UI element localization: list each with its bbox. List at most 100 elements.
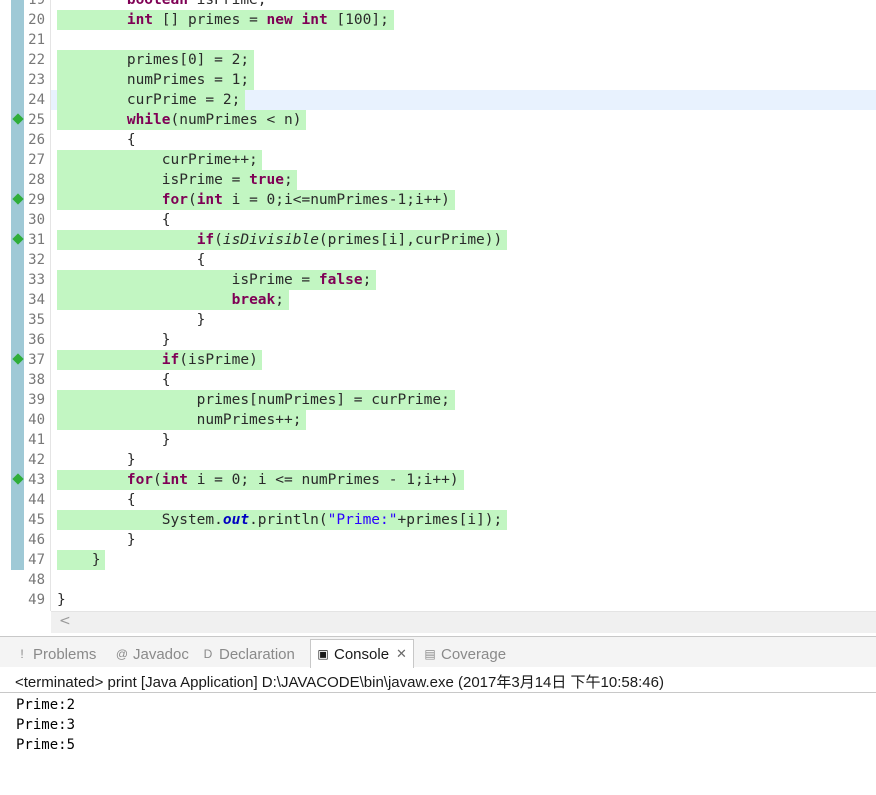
code-token: } (57, 312, 206, 328)
code-token: System. (57, 512, 223, 528)
code-line[interactable]: 40 numPrimes++; (0, 410, 876, 430)
line-number: 47 (28, 552, 45, 568)
tab-console[interactable]: ▣ Console ✕ (310, 639, 414, 668)
code-token: curPrime++; (57, 152, 258, 168)
code-token: } (57, 432, 171, 448)
code-line[interactable]: 24 curPrime = 2; (0, 90, 876, 110)
code-text: isPrime = false; (57, 270, 372, 290)
code-token: isPrime; (187, 0, 267, 8)
code-line[interactable]: 41 } (0, 430, 876, 450)
code-line[interactable]: 36 } (0, 330, 876, 350)
console-output[interactable]: Prime:2 Prime:3 Prime:5 (16, 695, 75, 755)
code-line[interactable]: 33 isPrime = false; (0, 270, 876, 290)
code-editor[interactable]: 19 boolean isPrime; 20 int [] primes = ne… (0, 0, 876, 611)
line-number: 28 (28, 172, 45, 188)
line-number: 35 (28, 312, 45, 328)
keyword-token: for (161, 192, 188, 208)
code-text: curPrime = 2; (57, 90, 241, 110)
tab-label: Javadoc (133, 645, 189, 663)
code-line[interactable]: 29 for(int i = 0;i<=numPrimes-1;i++) (0, 190, 876, 210)
code-line[interactable]: 34 break; (0, 290, 876, 310)
code-line[interactable]: 48 (0, 570, 876, 590)
console-output-line: Prime:5 (16, 737, 76, 753)
line-number: 21 (28, 32, 45, 48)
code-line[interactable]: 20 int [] primes = new int [100]; (0, 10, 876, 30)
scroll-left-icon[interactable]: < (59, 613, 71, 629)
code-token: } (57, 452, 136, 468)
code-line[interactable]: 43 for(int i = 0; i <= numPrimes - 1;i++… (0, 470, 876, 490)
line-number: 32 (28, 252, 45, 268)
console-output-line: Prime:3 (16, 717, 76, 733)
code-line[interactable]: 46 } (0, 530, 876, 550)
code-text: primes[numPrimes] = curPrime; (57, 390, 450, 410)
code-text: numPrimes = 1; (57, 70, 249, 90)
keyword-token: int (196, 192, 223, 208)
code-line[interactable]: 22 primes[0] = 2; (0, 50, 876, 70)
code-text: } (57, 530, 136, 550)
code-text: System.out.println("Prime:"+primes[i]); (57, 510, 503, 530)
code-line[interactable]: 47 } (0, 550, 876, 570)
code-text: for(int i = 0; i <= numPrimes - 1;i++) (57, 470, 459, 490)
code-line[interactable]: 21 (0, 30, 876, 50)
code-line[interactable]: 23 numPrimes = 1; (0, 70, 876, 90)
keyword-token: true (249, 172, 284, 188)
horizontal-scrollbar[interactable]: < (51, 611, 876, 633)
javadoc-icon: @ (115, 647, 129, 661)
scroll-gutter-corner (0, 611, 51, 633)
code-text: { (57, 370, 171, 390)
line-number: 31 (28, 232, 45, 248)
code-text: isPrime = true; (57, 170, 293, 190)
code-token: [] primes = (153, 12, 267, 28)
close-icon[interactable]: ✕ (396, 646, 407, 662)
coverage-icon: ▤ (424, 647, 436, 661)
code-line[interactable]: 30 { (0, 210, 876, 230)
code-line[interactable]: 49} (0, 590, 876, 610)
code-text: } (57, 550, 101, 570)
tab-declaration[interactable]: D Declaration (200, 641, 295, 667)
line-number: 40 (28, 412, 45, 428)
code-line[interactable]: 35 } (0, 310, 876, 330)
line-number: 34 (28, 292, 45, 308)
code-line[interactable]: 27 curPrime++; (0, 150, 876, 170)
code-line[interactable]: 31 if(isDivisible(primes[i],curPrime)) (0, 230, 876, 250)
code-line[interactable]: 39 primes[numPrimes] = curPrime; (0, 390, 876, 410)
tab-javadoc[interactable]: @ Javadoc (114, 641, 189, 667)
line-number: 39 (28, 392, 45, 408)
tab-label: Problems (33, 645, 97, 663)
code-token: (primes[i],curPrime)) (318, 232, 503, 248)
code-line[interactable]: 32 { (0, 250, 876, 270)
code-token: ; (283, 172, 293, 188)
code-token: .println( (249, 512, 328, 528)
tab-coverage[interactable]: ▤ Coverage (422, 641, 506, 667)
keyword-token: break (231, 292, 276, 308)
tab-problems[interactable]: ! Problems (14, 641, 96, 667)
keyword-token: int (161, 472, 188, 488)
keyword-token: false (318, 272, 363, 288)
code-line[interactable]: 28 isPrime = true; (0, 170, 876, 190)
code-line[interactable]: 37 if(isPrime) (0, 350, 876, 370)
line-number: 29 (28, 192, 45, 208)
code-line[interactable]: 44 { (0, 490, 876, 510)
code-text: int [] primes = new int [100]; (57, 10, 389, 30)
code-token: } (57, 332, 171, 348)
code-line[interactable]: 45 System.out.println("Prime:"+primes[i]… (0, 510, 876, 530)
code-text: { (57, 490, 136, 510)
code-line[interactable]: 19 boolean isPrime; (0, 0, 876, 10)
line-number: 44 (28, 492, 45, 508)
code-line[interactable]: 42 } (0, 450, 876, 470)
code-text: { (57, 210, 171, 230)
code-text: } (57, 310, 206, 330)
view-tab-bar: ! Problems @ Javadoc D Declaration ▣ Console ✕ ▤ C… (0, 637, 876, 668)
code-line[interactable]: 25 while(numPrimes < n) (0, 110, 876, 130)
code-token: } (57, 532, 136, 548)
code-line[interactable]: 26 { (0, 130, 876, 150)
console-launch-status: <terminated> print [Java Application] D:… (15, 674, 664, 691)
line-number: 20 (28, 12, 45, 28)
code-text: numPrimes++; (57, 410, 302, 430)
code-token: isPrime = (57, 172, 250, 188)
code-line[interactable]: 38 { (0, 370, 876, 390)
